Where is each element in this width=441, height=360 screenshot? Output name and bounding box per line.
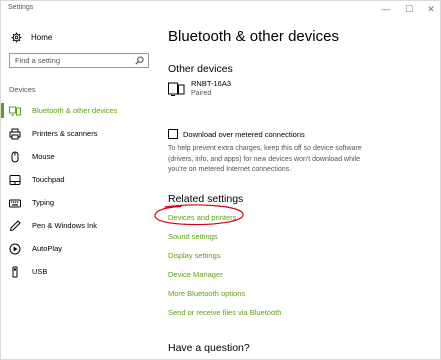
device-status: Paired bbox=[191, 90, 212, 97]
home-nav[interactable]: Home bbox=[9, 30, 52, 44]
metered-description: To help prevent extra charges, keep this… bbox=[168, 145, 362, 173]
usb-icon bbox=[9, 266, 21, 278]
link-sound-settings[interactable]: Sound settings bbox=[168, 232, 218, 241]
sidebar-item-usb[interactable]: USB bbox=[1, 260, 155, 283]
sidebar-item-touchpad[interactable]: Touchpad bbox=[1, 168, 155, 191]
minimize-button[interactable]: — bbox=[377, 1, 395, 17]
devices-section-label: Devices bbox=[9, 85, 36, 94]
main-content: Bluetooth & other devices Other devices … bbox=[154, 18, 438, 360]
checkbox-box[interactable] bbox=[168, 129, 178, 139]
close-button[interactable]: ✕ bbox=[422, 1, 440, 17]
device-icon bbox=[168, 80, 185, 97]
window-title: Settings bbox=[8, 4, 34, 11]
device-name: RNBT-16A3 bbox=[191, 79, 232, 88]
pen-icon bbox=[9, 220, 21, 232]
link-display-settings[interactable]: Display settings bbox=[168, 251, 221, 260]
sidebar-item-label: Bluetooth & other devices bbox=[32, 106, 118, 115]
link-more-bluetooth-options[interactable]: More Bluetooth options bbox=[168, 289, 245, 298]
annotation-circle bbox=[154, 204, 244, 226]
sidebar-item-label: Pen & Windows Ink bbox=[32, 221, 98, 230]
other-devices-heading: Other devices bbox=[168, 63, 233, 75]
link-send-receive-files[interactable]: Send or receive files via Bluetooth bbox=[168, 308, 281, 317]
sidebar-item-typing[interactable]: Typing bbox=[1, 191, 155, 214]
sidebar-item-bluetooth[interactable]: Bluetooth & other devices bbox=[1, 99, 155, 122]
sidebar-item-label: Typing bbox=[32, 198, 55, 207]
keyboard-icon bbox=[9, 197, 21, 209]
sidebar-item-pen[interactable]: Pen & Windows Ink bbox=[1, 214, 155, 237]
sidebar-item-mouse[interactable]: Mouse bbox=[1, 145, 155, 168]
search-icon[interactable] bbox=[135, 56, 144, 67]
touchpad-icon bbox=[9, 174, 21, 186]
page-title: Bluetooth & other devices bbox=[168, 28, 339, 45]
sidebar-item-label: Touchpad bbox=[32, 175, 65, 184]
link-device-manager[interactable]: Device Manager bbox=[168, 270, 223, 279]
sidebar-item-label: AutoPlay bbox=[32, 244, 63, 253]
autoplay-icon bbox=[9, 243, 21, 255]
sidebar-item-label: Mouse bbox=[32, 152, 55, 161]
gear-icon bbox=[9, 32, 23, 43]
settings-window: Settings — ☐ ✕ Home Find a setting Devic… bbox=[0, 0, 441, 360]
metered-label: Download over metered connections bbox=[183, 129, 305, 139]
sidebar-item-autoplay[interactable]: AutoPlay bbox=[1, 237, 155, 260]
search-placeholder: Find a setting bbox=[15, 56, 61, 65]
sidebar-item-label: Printers & scanners bbox=[32, 129, 98, 138]
search-input[interactable]: Find a setting bbox=[9, 53, 149, 68]
title-bar: Settings — ☐ ✕ bbox=[1, 1, 440, 18]
printer-icon bbox=[9, 128, 21, 140]
maximize-button[interactable]: ☐ bbox=[400, 1, 418, 17]
home-label: Home bbox=[31, 32, 53, 42]
metered-checkbox[interactable]: Download over metered connections bbox=[168, 129, 305, 139]
device-entry[interactable]: RNBT-16A3 Paired bbox=[168, 79, 231, 101]
mouse-icon bbox=[9, 151, 21, 163]
have-a-question-heading: Have a question? bbox=[168, 342, 250, 354]
nav-list: Bluetooth & other devices Printers & sca… bbox=[1, 99, 155, 283]
bluetooth-devices-icon bbox=[9, 105, 21, 117]
sidebar-item-label: USB bbox=[32, 267, 48, 276]
sidebar: Home Find a setting Devices Bluetooth & … bbox=[1, 18, 155, 360]
sidebar-item-printers[interactable]: Printers & scanners bbox=[1, 122, 155, 145]
